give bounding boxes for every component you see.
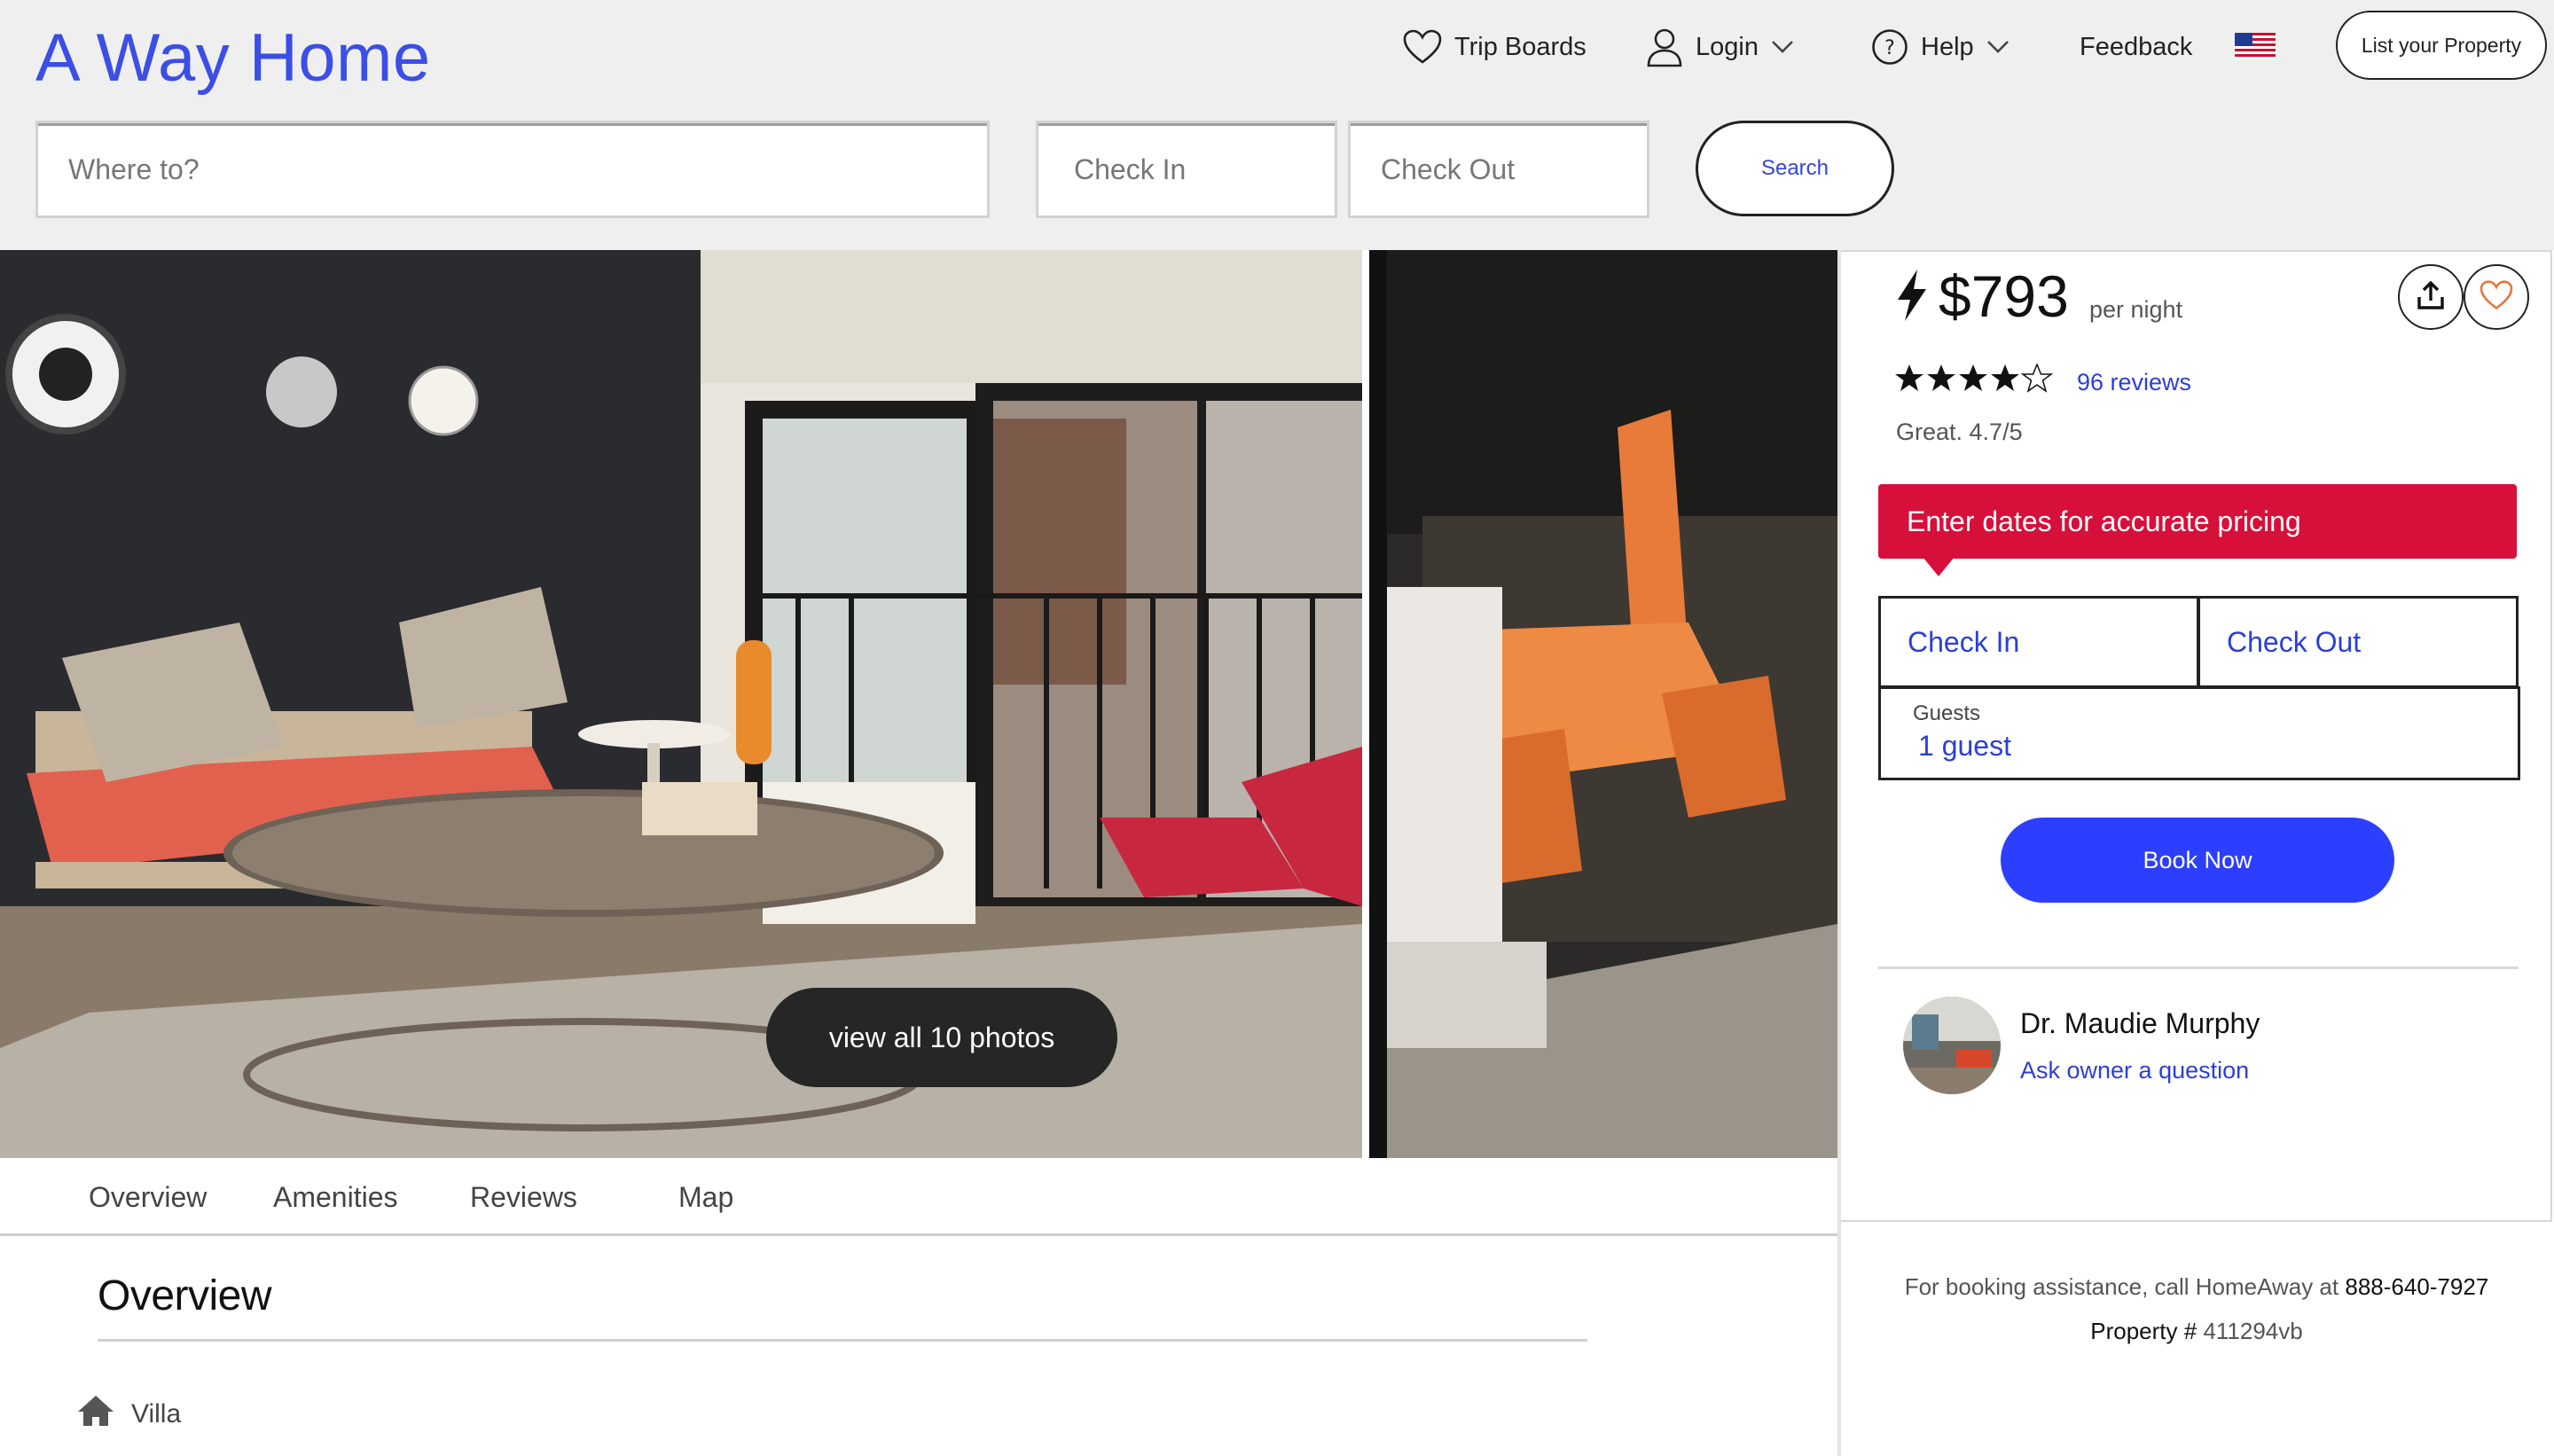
property-id-label: Property # [2090,1318,2198,1344]
pricing-alert-pointer [1923,557,1955,576]
site-header: A Way Home Trip Boards Login ? Help Feed… [0,0,2554,250]
panel-separator [1878,967,2519,969]
main-photo[interactable] [0,250,1362,1158]
overview-heading: Overview [98,1272,272,1319]
assist-text: For booking assistance, call HomeAway at [1904,1273,2339,1300]
rating-summary: Great. 4.7/5 [1896,419,2023,445]
assist-phone[interactable]: 888-640-7927 [2345,1273,2488,1300]
guests-selector[interactable]: Guests 1 guest [1878,686,2520,780]
heart-icon [1403,29,1442,65]
list-property-button[interactable]: List your Property [2336,11,2547,80]
favorite-button[interactable] [2464,264,2529,330]
booking-assistance: For booking assistance, call HomeAway at… [1841,1273,2552,1301]
tab-map[interactable]: Map [678,1181,733,1214]
help-icon: ? [1871,28,1908,66]
star-rating [1894,364,2054,394]
checkout-field[interactable]: Check Out [2198,596,2519,688]
nav-feedback[interactable]: Feedback [2080,21,2192,73]
share-icon [2415,279,2447,316]
property-type: Villa [76,1394,181,1435]
reviews-link[interactable]: 96 reviews [2077,369,2191,396]
svg-text:?: ? [1884,37,1895,59]
nav-trip-boards-label: Trip Boards [1454,32,1586,61]
share-button[interactable] [2398,264,2464,330]
chevron-down-icon [1986,40,2010,54]
nav-feedback-label: Feedback [2080,32,2193,61]
search-button[interactable]: Search [1696,121,1894,216]
book-now-button[interactable]: Book Now [2001,818,2394,903]
user-icon [1646,27,1683,67]
home-icon [76,1394,115,1435]
pricing-alert: Enter dates for accurate pricing [1878,484,2517,559]
section-tabs: Overview Amenities Reviews Map [0,1158,1837,1236]
property-type-label: Villa [131,1399,182,1429]
property-id-line: Property # 411294vb [1841,1318,2552,1345]
nav-trip-boards[interactable]: Trip Boards [1403,21,1586,73]
instant-book-icon [1894,268,1930,327]
tab-overview[interactable]: Overview [89,1181,207,1214]
nav-login-label: Login [1696,32,1759,61]
search-checkin-input[interactable]: Check In [1036,121,1337,218]
nightly-price: $793 [1939,263,2069,329]
stars-icon [1895,364,2052,392]
ask-owner-link[interactable]: Ask owner a question [2020,1057,2249,1084]
tab-amenities[interactable]: Amenities [273,1181,398,1214]
owner-avatar [1903,997,2001,1094]
where-input[interactable]: Where to? [35,121,990,218]
property-id: 411294vb [2203,1318,2303,1344]
heart-icon [2480,279,2513,315]
nav-help-label: Help [1921,32,1974,61]
chevron-down-icon [1771,40,1794,54]
us-flag-icon[interactable] [2235,33,2276,59]
view-all-photos-button[interactable]: view all 10 photos [766,988,1117,1087]
guests-value: 1 guest [1918,730,2011,762]
checkin-field[interactable]: Check In [1878,596,2199,688]
secondary-photo[interactable] [1369,250,1837,1158]
search-checkout-input[interactable]: Check Out [1348,121,1649,218]
owner-name: Dr. Maudie Murphy [2020,1007,2260,1039]
site-logo[interactable]: A Way Home [35,20,431,97]
nav-login[interactable]: Login [1646,21,1794,73]
nav-help[interactable]: ? Help [1871,21,2010,73]
overview-divider [98,1339,1587,1342]
tab-reviews[interactable]: Reviews [470,1181,577,1214]
per-night-label: per night [2089,296,2183,323]
guests-label: Guests [1913,701,1981,725]
